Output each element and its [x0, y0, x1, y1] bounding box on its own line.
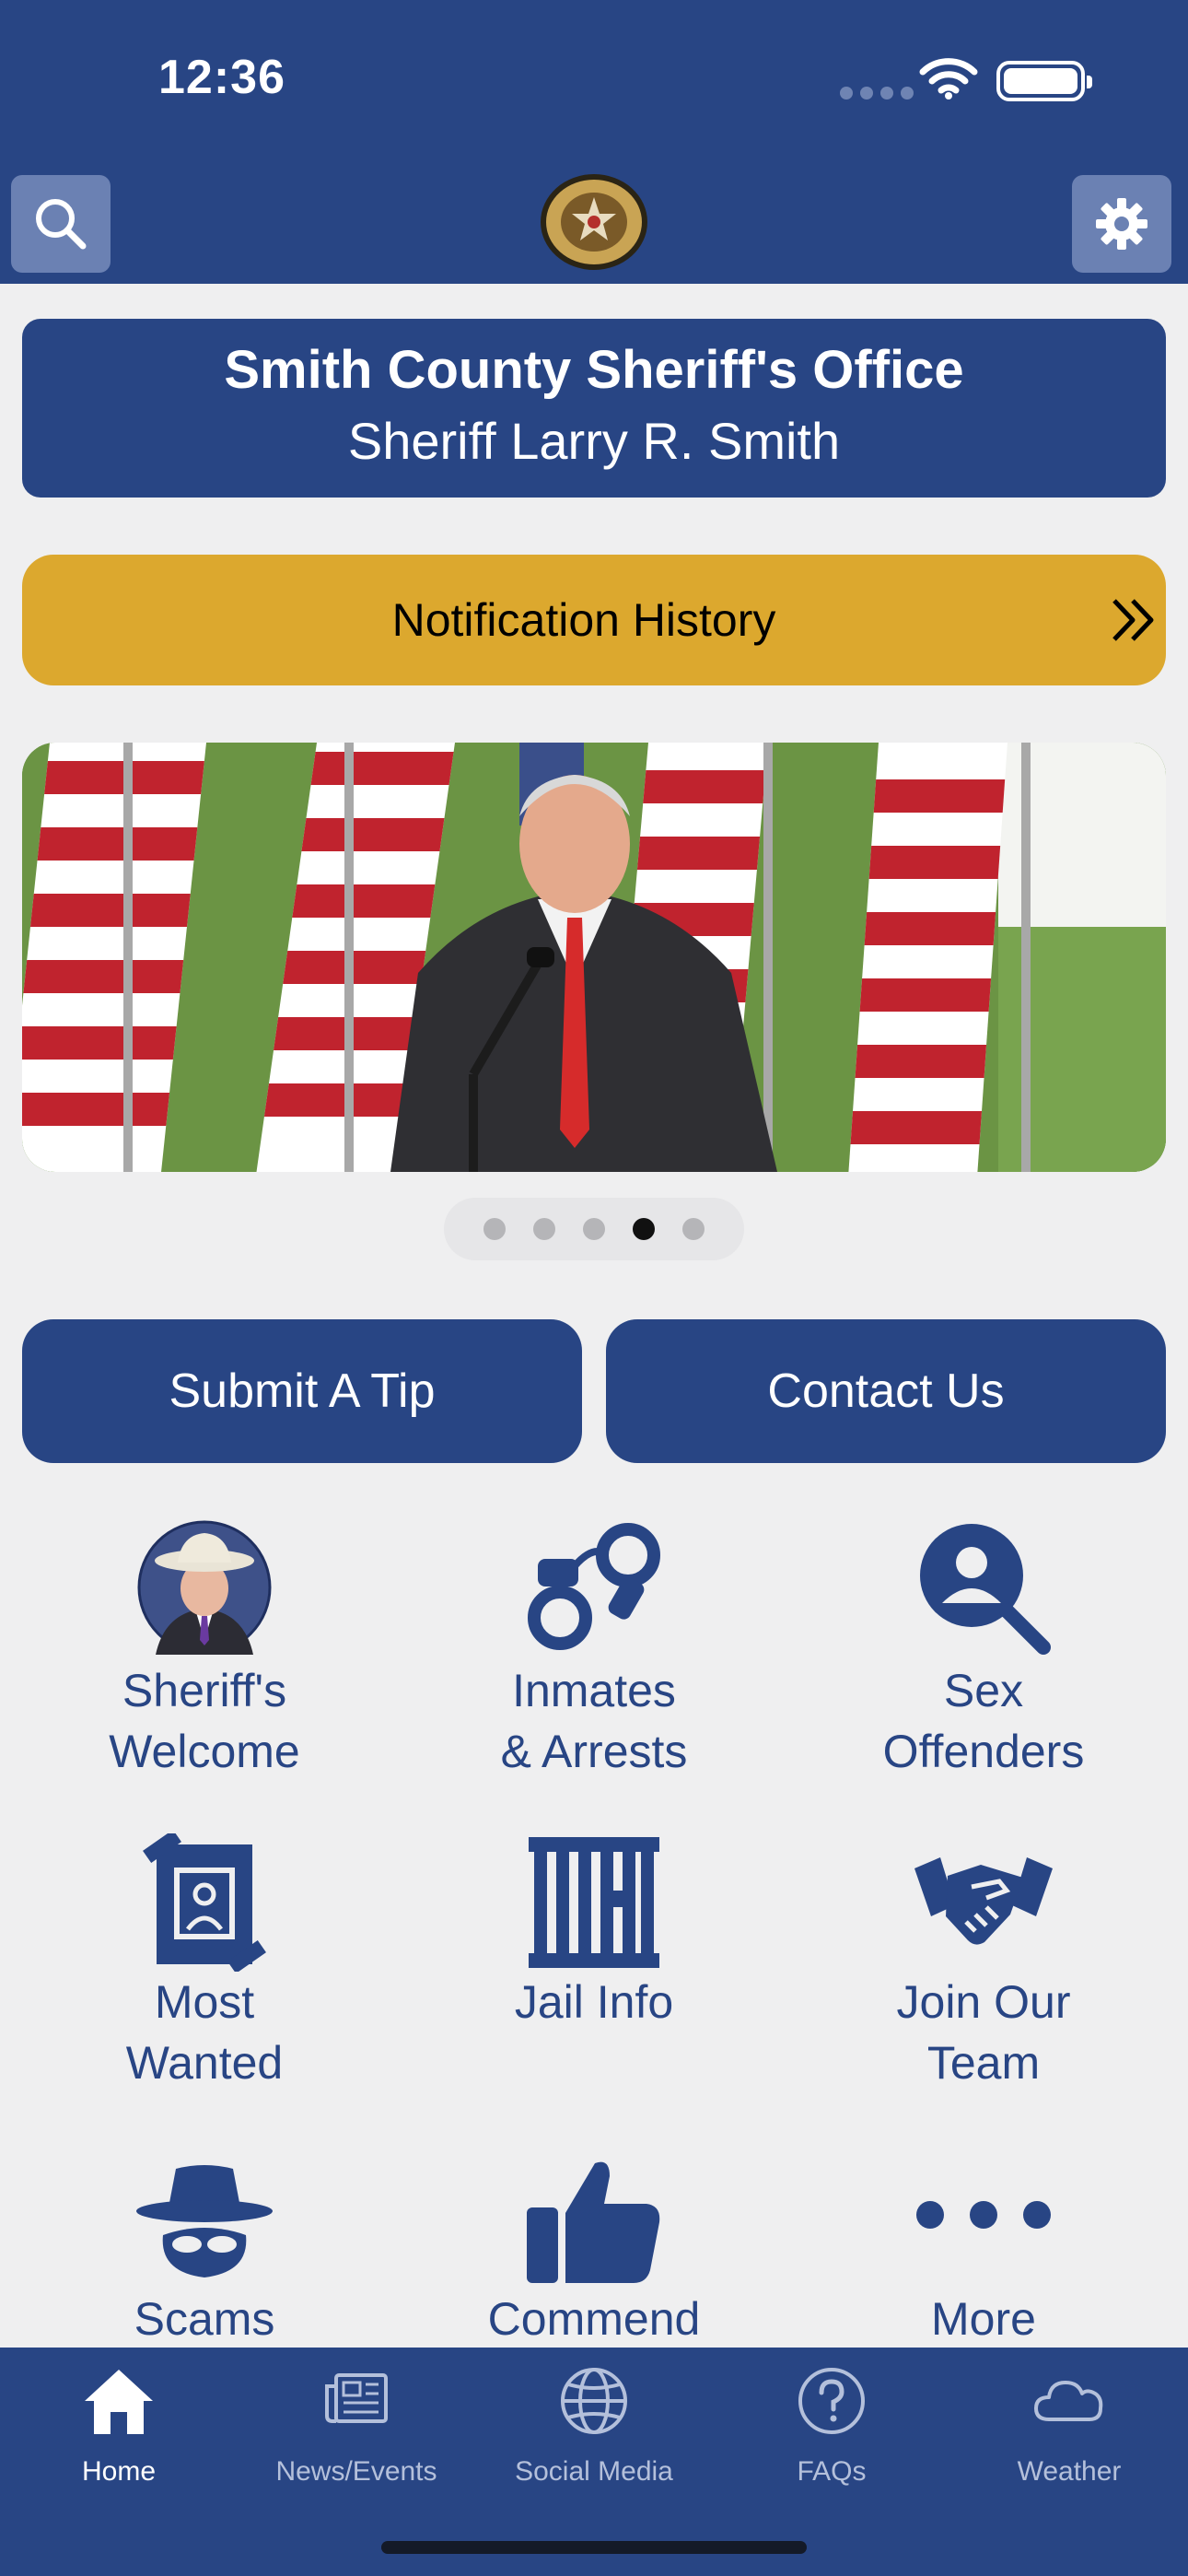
tab-social-media[interactable]: Social Media: [475, 2348, 713, 2513]
tile-jail-info[interactable]: Jail Info: [401, 1833, 787, 2110]
tile-label-line1: Commend: [487, 2293, 701, 2345]
tile-label-line2: Offenders: [882, 1726, 1085, 1777]
masked-bandit-icon: [136, 2165, 273, 2277]
tile-label-line1: Most: [154, 1976, 255, 2028]
tile-sex-offenders[interactable]: Sex Offenders: [790, 1515, 1177, 1791]
tab-label: News/Events: [275, 2456, 437, 2487]
carousel-dot[interactable]: [533, 1218, 555, 1240]
sheriff-at-podium-image: [22, 743, 1166, 1172]
tab-faqs[interactable]: FAQs: [713, 2348, 950, 2513]
tab-weather[interactable]: Weather: [950, 2348, 1188, 2513]
tile-label-line2: & Arrests: [500, 1726, 688, 1777]
submit-tip-button[interactable]: Submit A Tip: [22, 1319, 582, 1463]
tile-label-line1: Sheriff's: [122, 1665, 287, 1716]
tile-label-line2: Wanted: [125, 2037, 284, 2089]
tile-label-line1: Jail Info: [514, 1976, 674, 2028]
status-time: 12:36: [158, 51, 285, 104]
sheriff-name: Sheriff Larry R. Smith: [347, 412, 841, 470]
tile-sheriffs-welcome[interactable]: Sheriff's Welcome: [11, 1515, 398, 1791]
notification-history-button[interactable]: Notification History: [22, 555, 1166, 685]
tile-label-line1: Sex: [943, 1665, 1024, 1716]
app-header: 12:36: [0, 0, 1188, 284]
sheriff-portrait: [137, 1520, 272, 1655]
question-circle-icon: [798, 2368, 865, 2434]
wanted-poster-icon: [143, 1833, 266, 1972]
tile-label-line2: Welcome: [109, 1726, 300, 1777]
carousel-photo[interactable]: [22, 743, 1166, 1172]
tab-home[interactable]: Home: [0, 2348, 238, 2513]
home-indicator: [381, 2541, 807, 2554]
contact-us-button[interactable]: Contact Us: [606, 1319, 1166, 1463]
jail-bars-icon: [529, 1837, 659, 1968]
tile-most-wanted[interactable]: Most Wanted: [11, 1833, 398, 2110]
tab-label: Weather: [1017, 2456, 1122, 2487]
tile-commend[interactable]: Commend: [401, 2150, 787, 2348]
tab-label: FAQs: [797, 2456, 867, 2487]
cloud-icon: [1034, 2381, 1103, 2421]
tile-more[interactable]: More: [790, 2150, 1177, 2348]
carousel-dot[interactable]: [682, 1218, 705, 1240]
handshake-icon: [914, 1857, 1053, 1945]
newspaper-icon: [325, 2373, 388, 2423]
tab-label: Social Media: [515, 2456, 673, 2487]
double-chevron-right-icon: [1112, 599, 1154, 641]
tile-label-line2: Team: [926, 2037, 1041, 2089]
sheriff-badge-logo: [541, 174, 647, 270]
tile-label-line1: Inmates: [512, 1665, 676, 1716]
settings-button[interactable]: [1072, 175, 1171, 273]
tile-join-our-team[interactable]: Join Our Team: [790, 1833, 1177, 2110]
carousel-pagination[interactable]: [444, 1198, 744, 1260]
carousel-dot[interactable]: [583, 1218, 605, 1240]
handcuffs-icon: [528, 1523, 660, 1650]
tile-scams[interactable]: Scams: [11, 2150, 398, 2348]
search-icon: [36, 199, 87, 250]
tab-label: Home: [81, 2456, 157, 2487]
notification-history-label: Notification History: [391, 594, 776, 646]
tile-label-line1: Scams: [134, 2293, 275, 2345]
tile-label-line1: Join Our: [896, 1976, 1071, 2028]
wifi-icon: [919, 58, 978, 100]
home-icon: [85, 2370, 153, 2434]
carousel-dot[interactable]: [483, 1218, 506, 1240]
carousel-dot-active[interactable]: [633, 1218, 655, 1240]
tab-news-events[interactable]: News/Events: [238, 2348, 475, 2513]
gear-icon: [1096, 198, 1147, 250]
tile-label-line1: More: [931, 2293, 1036, 2345]
office-name: Smith County Sheriff's Office: [224, 340, 964, 400]
battery-icon: [996, 61, 1092, 101]
ellipsis-icon: [916, 2201, 1051, 2229]
cellular-signal-icon: [840, 87, 914, 100]
person-search-icon: [920, 1524, 1051, 1655]
globe-icon: [561, 2368, 627, 2434]
search-button[interactable]: [11, 175, 111, 273]
tile-inmates-arrests[interactable]: Inmates & Arrests: [401, 1515, 787, 1791]
thumbs-up-icon: [527, 2161, 660, 2283]
office-title-card: Smith County Sheriff's Office Sheriff La…: [22, 319, 1166, 498]
